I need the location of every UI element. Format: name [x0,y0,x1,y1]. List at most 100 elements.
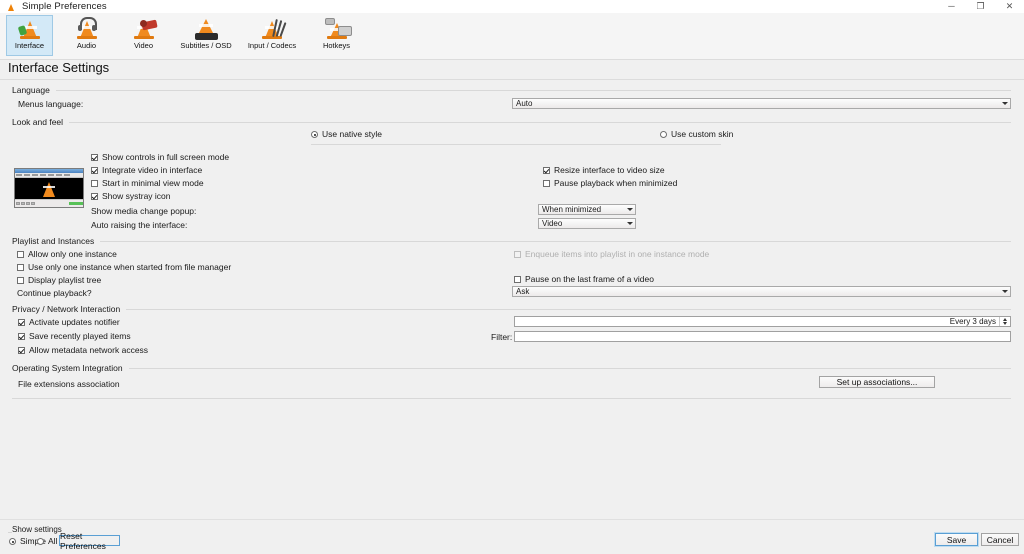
checkbox-allow-metadata-network-access[interactable]: Allow metadata network access [18,346,148,355]
tab-input-codecs[interactable]: Input / Codecs [245,15,299,56]
style-divider [311,144,516,145]
checkbox-indicator [91,193,98,200]
section-divider [68,122,1011,123]
checkbox-pause-when-minimized[interactable]: Pause playback when minimized [543,179,677,188]
tab-label: Interface [14,41,45,50]
checkbox-label: Display playlist tree [28,275,102,285]
checkbox-label: Pause playback when minimized [554,178,678,188]
checkbox-one-instance-file-manager[interactable]: Use only one instance when started from … [17,263,231,272]
close-button[interactable]: ✕ [995,0,1024,13]
settings-content: Language Menus language: Auto Look and f… [0,80,1024,520]
continue-playback-select[interactable]: Ask [512,286,1011,297]
checkbox-pause-last-frame[interactable]: Pause on the last frame of a video [514,275,654,284]
tab-hotkeys[interactable]: Hotkeys [313,15,360,56]
radio-label: Use custom skin [671,129,734,139]
headphones-cone-icon [73,17,101,40]
tab-label: Subtitles / OSD [180,41,232,50]
checkbox-indicator [514,251,521,258]
media-change-popup-select[interactable]: When minimized [538,204,636,215]
chevron-down-icon [624,222,635,225]
media-change-popup-label: Show media change popup: [91,206,197,216]
save-button[interactable]: Save [935,533,978,546]
setup-associations-button[interactable]: Set up associations... [819,376,935,388]
filter-input[interactable] [514,331,1011,342]
tab-interface[interactable]: Interface [6,15,53,56]
section-header-privacy-network: Privacy / Network Interaction [12,304,127,314]
reset-preferences-button[interactable]: Reset Preferences [59,531,120,551]
checkbox-indicator [18,319,25,326]
checkbox-indicator [18,347,25,354]
section-divider [105,309,1011,310]
radio-label: Use native style [322,129,382,139]
tab-audio[interactable]: Audio [63,15,110,56]
section-header-os-integration: Operating System Integration [12,363,129,373]
window-controls: ─ ❐ ✕ [937,0,1024,13]
tab-label: Input / Codecs [247,41,297,50]
title-bar: Simple Preferences ─ ❐ ✕ [0,0,1024,14]
checkbox-activate-updates-notifier[interactable]: Activate updates notifier [18,318,120,327]
checkbox-indicator [91,167,98,174]
radio-use-native-style[interactable]: Use native style [311,130,382,139]
checkbox-label: Pause on the last frame of a video [525,274,654,284]
interface-preview-thumbnail [14,168,84,208]
restore-button[interactable]: ❐ [966,0,995,13]
radio-indicator [9,538,16,545]
checkbox-label: Resize interface to video size [554,165,665,175]
checkbox-label: Start in minimal view mode [102,178,204,188]
section-divider [56,90,1011,91]
minimize-button[interactable]: ─ [937,0,966,13]
film-cone-icon [130,17,158,40]
content-bottom-divider [12,398,1011,399]
checkbox-resize-interface-to-video[interactable]: Resize interface to video size [543,166,665,175]
checkbox-label: Show controls in full screen mode [102,152,230,162]
checkbox-label: Enqueue items into playlist in one insta… [525,249,710,259]
radio-indicator [660,131,667,138]
checkbox-integrate-video[interactable]: Integrate video in interface [91,166,202,175]
radio-label: All [48,536,58,546]
chevron-down-icon [999,102,1010,105]
page-title: Interface Settings [8,60,110,75]
update-interval-spinbox[interactable]: Every 3 days [514,316,1011,327]
checkbox-show-controls-fullscreen[interactable]: Show controls in full screen mode [91,153,229,162]
radio-use-custom-skin[interactable]: Use custom skin [660,130,733,139]
preferences-toolbar: Interface Audio Video Subtitles / OSD In… [0,13,1024,60]
subtitles-cone-icon [192,17,220,40]
tab-video[interactable]: Video [120,15,167,56]
auto-raise-select[interactable]: Video [538,218,636,229]
cancel-button[interactable]: Cancel [981,533,1019,546]
style-divider [516,144,721,145]
checkbox-indicator [17,277,24,284]
checkbox-indicator [18,333,25,340]
checkbox-label: Allow metadata network access [29,345,149,355]
checkbox-indicator [91,180,98,187]
show-settings-group-line [8,532,12,533]
tab-subtitles-osd[interactable]: Subtitles / OSD [179,15,233,56]
checkbox-save-recently-played[interactable]: Save recently played items [18,332,131,341]
section-header-playlist-and-instances: Playlist and Instances [12,236,101,246]
menus-language-select[interactable]: Auto [512,98,1011,109]
checkbox-indicator [17,264,24,271]
checkbox-display-playlist-tree[interactable]: Display playlist tree [17,276,101,285]
window-title: Simple Preferences [22,1,107,12]
checkbox-label: Allow only one instance [28,249,117,259]
tab-label: Hotkeys [322,41,351,50]
preview-video-area [15,178,83,199]
checkbox-enqueue-items-one-instance: Enqueue items into playlist in one insta… [514,250,709,259]
vlc-cone-icon [5,1,17,12]
checkbox-label: Integrate video in interface [102,165,203,175]
checkbox-show-systray-icon[interactable]: Show systray icon [91,192,171,201]
file-extensions-association-label: File extensions association [18,379,120,389]
menus-language-value: Auto [516,99,533,108]
checkbox-label: Use only one instance when started from … [28,262,232,272]
media-change-popup-value: When minimized [542,205,602,214]
checkbox-indicator [514,276,521,283]
continue-playback-value: Ask [516,287,530,296]
spinner-arrows-icon[interactable] [999,317,1009,326]
preview-controls [15,199,83,207]
checkbox-label: Show systray icon [102,191,171,201]
checkbox-indicator [543,180,550,187]
checkbox-allow-only-one-instance[interactable]: Allow only one instance [17,250,117,259]
radio-show-settings-all[interactable]: All [37,537,57,546]
filter-label: Filter: [491,332,513,342]
checkbox-start-minimal-view[interactable]: Start in minimal view mode [91,179,204,188]
